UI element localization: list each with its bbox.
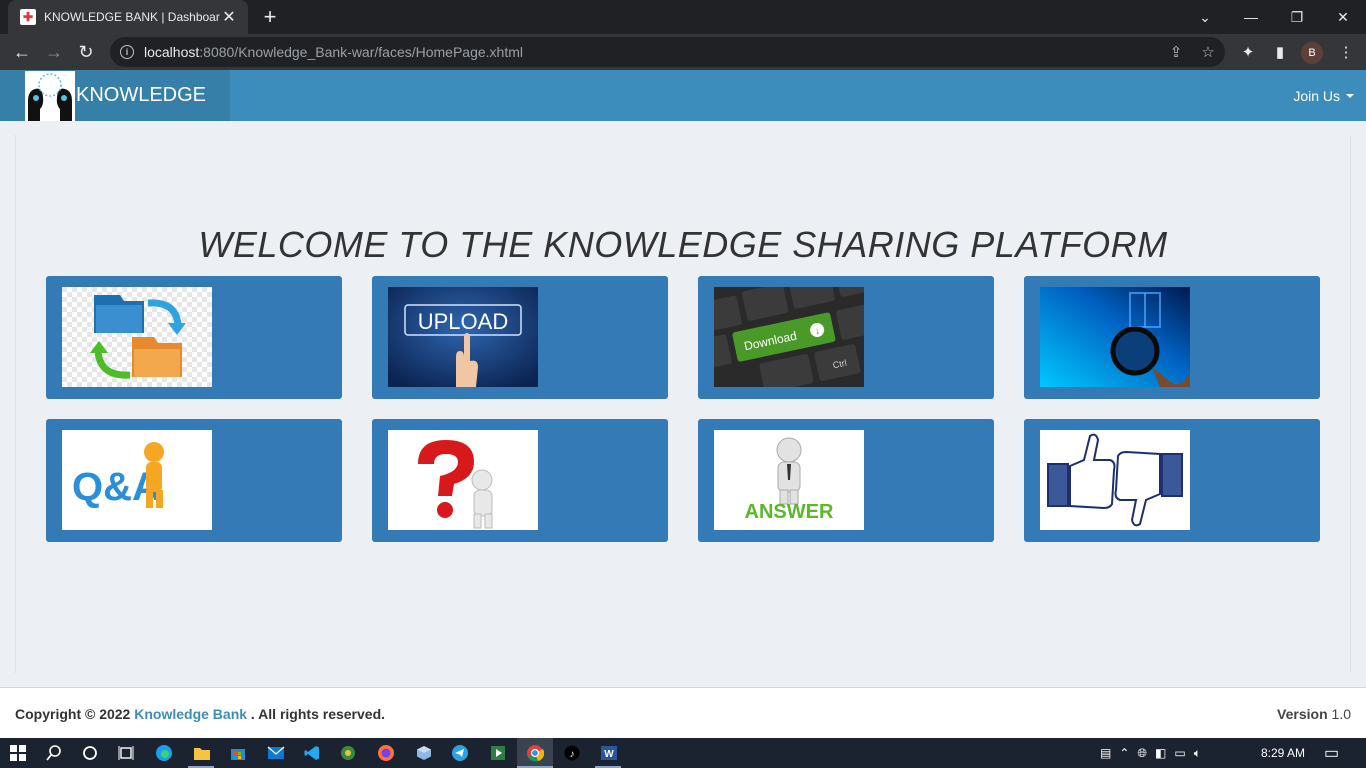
copyright: Copyright © 2022 Knowledge Bank . All ri… bbox=[15, 706, 385, 722]
volume-icon[interactable]: 🔈︎ bbox=[1194, 746, 1201, 761]
tab-close-icon[interactable]: ✕ bbox=[220, 7, 238, 27]
share-icon[interactable]: ⇪ bbox=[1164, 37, 1188, 67]
app-header: KNOWLEDGE Join Us bbox=[0, 70, 1366, 121]
page-title: WELCOME TO THE KNOWLEDGE SHARING PLATFOR… bbox=[198, 224, 1168, 265]
svg-text:♪: ♪ bbox=[570, 749, 575, 760]
edge-icon[interactable] bbox=[152, 741, 176, 765]
version: Version 1.0 bbox=[1277, 706, 1351, 722]
download-key-icon: Download ↓ Ctrl bbox=[714, 287, 864, 387]
show-hidden-icons-icon[interactable]: ⌃ bbox=[1119, 746, 1129, 760]
brand-logo-link[interactable]: KNOWLEDGE bbox=[0, 70, 230, 121]
logo-icon bbox=[25, 70, 75, 121]
menu-icon[interactable]: ⋮ bbox=[1334, 40, 1358, 64]
folder-sync-icon bbox=[62, 287, 212, 387]
vscode-icon[interactable] bbox=[300, 741, 324, 765]
chrome-icon[interactable] bbox=[523, 741, 547, 765]
forward-icon[interactable]: → bbox=[42, 40, 66, 64]
magnifier-icon bbox=[1040, 287, 1190, 387]
rights-text: . All rights reserved. bbox=[250, 706, 386, 722]
tiktok-icon[interactable]: ♪ bbox=[560, 741, 584, 765]
join-us-label: Join Us bbox=[1293, 87, 1340, 104]
browser-tab[interactable]: ✚ KNOWLEDGE BANK | Dashboard ✕ bbox=[8, 0, 248, 34]
page-footer: Copyright © 2022 Knowledge Bank . All ri… bbox=[0, 687, 1366, 738]
favicon-icon: ✚ bbox=[20, 9, 36, 25]
side-panel-icon[interactable]: ▮ bbox=[1268, 40, 1292, 64]
url-host: localhost bbox=[144, 44, 200, 60]
browser-toolbar: ← → ↻ i localhost:8080/Knowledge_Bank-wa… bbox=[0, 34, 1366, 70]
system-tray: ▤ ⌃ 🌐︎ ◧ ▭ 🔈︎ bbox=[1100, 738, 1201, 768]
windows-taskbar: ♪ W ▤ ⌃ 🌐︎ ◧ ▭ 🔈︎ 8:29 AM ▭ bbox=[0, 738, 1366, 768]
app-icon-green[interactable] bbox=[336, 741, 360, 765]
firefox-icon[interactable] bbox=[374, 741, 398, 765]
tile-download[interactable]: Download ↓ Ctrl bbox=[698, 276, 994, 399]
caret-down-icon bbox=[1346, 93, 1354, 98]
tile-upload[interactable]: UPLOAD bbox=[372, 276, 668, 399]
question-mark-icon bbox=[388, 430, 538, 530]
tile-share[interactable] bbox=[46, 276, 342, 399]
new-tab-button[interactable]: + bbox=[258, 4, 282, 30]
meet-now-icon[interactable]: ◧ bbox=[1155, 746, 1166, 760]
tile-qa[interactable]: Q&A bbox=[46, 419, 342, 542]
content-wrapper bbox=[15, 135, 1351, 673]
tile-question[interactable] bbox=[372, 419, 668, 542]
telegram-icon[interactable] bbox=[448, 741, 472, 765]
battery-icon[interactable]: ▭ bbox=[1174, 746, 1185, 760]
tab-title: KNOWLEDGE BANK | Dashboard bbox=[44, 10, 220, 24]
svg-text:W: W bbox=[604, 749, 614, 760]
tile-answer[interactable]: ANSWER bbox=[698, 419, 994, 542]
network-globe-icon[interactable]: 🌐︎ bbox=[1137, 746, 1147, 761]
tile-feedback[interactable] bbox=[1024, 419, 1320, 542]
search-icon[interactable] bbox=[42, 741, 66, 765]
task-view-icon[interactable] bbox=[114, 741, 138, 765]
window-close-icon[interactable]: ✕ bbox=[1320, 0, 1366, 34]
brand-title: KNOWLEDGE bbox=[76, 84, 207, 106]
word-icon[interactable]: W bbox=[597, 741, 621, 765]
copyright-label: Copyright © 2022 bbox=[15, 706, 131, 722]
answer-text: ANSWER bbox=[745, 501, 834, 523]
reload-icon[interactable]: ↻ bbox=[74, 40, 98, 64]
url-path: :8080/Knowledge_Bank-war/faces/HomePage.… bbox=[199, 44, 524, 60]
tile-search[interactable] bbox=[1024, 276, 1320, 399]
version-value: 1.0 bbox=[1331, 706, 1351, 722]
upload-text: UPLOAD bbox=[418, 309, 508, 334]
minimize-icon[interactable]: — bbox=[1228, 0, 1274, 34]
clock[interactable]: 8:29 AM bbox=[1261, 738, 1305, 768]
browser-tab-bar: ✚ KNOWLEDGE BANK | Dashboard ✕ + ⌄ — ❐ ✕ bbox=[0, 0, 1366, 34]
answer-icon: ANSWER bbox=[714, 430, 864, 530]
tab-search-icon[interactable]: ⌄ bbox=[1182, 0, 1228, 34]
media-player-icon[interactable] bbox=[486, 741, 510, 765]
notifications-icon[interactable]: ▭ bbox=[1324, 738, 1339, 768]
thumbs-up-down-icon bbox=[1040, 430, 1190, 530]
virtualbox-icon[interactable] bbox=[412, 741, 436, 765]
news-widget-icon[interactable]: ▤ bbox=[1100, 746, 1111, 760]
extensions-icon[interactable]: ✦ bbox=[1236, 40, 1260, 64]
store-icon[interactable] bbox=[226, 741, 250, 765]
bookmark-star-icon[interactable]: ☆ bbox=[1196, 37, 1220, 67]
site-link[interactable]: Knowledge Bank bbox=[134, 706, 247, 722]
clock-time: 8:29 AM bbox=[1261, 746, 1306, 760]
address-bar[interactable]: i localhost:8080/Knowledge_Bank-war/face… bbox=[110, 37, 1225, 67]
start-icon[interactable] bbox=[6, 741, 30, 765]
restore-icon[interactable]: ❐ bbox=[1274, 0, 1320, 34]
cortana-icon[interactable] bbox=[78, 741, 102, 765]
profile-avatar[interactable]: B bbox=[1301, 42, 1323, 64]
site-info-icon[interactable]: i bbox=[120, 45, 134, 59]
file-explorer-icon[interactable] bbox=[190, 741, 214, 765]
join-us-dropdown[interactable]: Join Us bbox=[1293, 70, 1354, 121]
upload-icon: UPLOAD bbox=[388, 287, 538, 387]
qa-icon: Q&A bbox=[62, 430, 212, 530]
version-label: Version bbox=[1277, 706, 1328, 722]
mail-icon[interactable] bbox=[264, 741, 288, 765]
back-icon[interactable]: ← bbox=[10, 40, 34, 64]
